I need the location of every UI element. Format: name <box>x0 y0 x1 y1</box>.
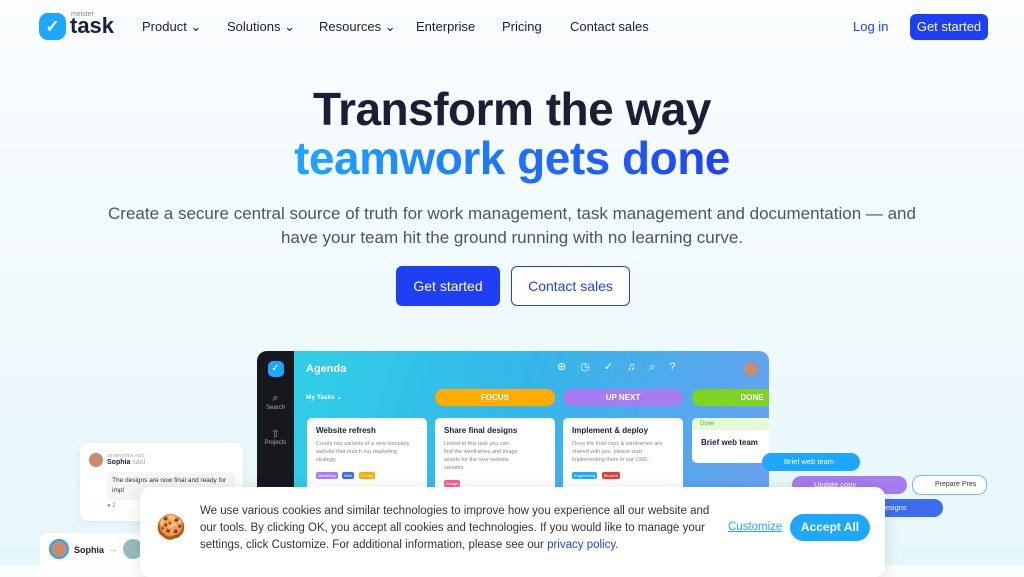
toolbar-icons: ⊕◷✓♫⌕? <box>557 361 690 373</box>
column-done: DONE <box>692 389 769 406</box>
avatar <box>89 453 103 467</box>
nav-get-started-button[interactable]: Get started <box>910 14 988 40</box>
nav-pricing[interactable]: Pricing <box>502 19 542 34</box>
check-logo-icon[interactable]: ✓ <box>39 13 66 40</box>
accept-all-button[interactable]: Accept All <box>790 514 870 541</box>
hero-contact-sales-button[interactable]: Contact sales <box>511 266 630 306</box>
column-focus: FOCUS <box>435 389 555 406</box>
nav-enterprise[interactable]: Enterprise <box>416 19 475 34</box>
column-up-next: UP NEXT <box>563 389 683 406</box>
cookie-icon: 🍪 <box>156 514 186 541</box>
nav-solutions[interactable]: Solutions ⌄ <box>227 19 295 35</box>
my-tasks-filter: My Tasks ⌄ <box>306 394 343 401</box>
nav-contact-sales[interactable]: Contact sales <box>570 19 649 34</box>
hero-title-line2: teamwork gets done <box>294 132 730 184</box>
comment-time: 20 MINUTES AGO <box>107 453 145 458</box>
check-logo-icon: ✓ <box>267 361 284 377</box>
avatar <box>744 362 758 376</box>
hero-get-started-button[interactable]: Get started <box>396 266 500 306</box>
cookie-text: We use various cookies and similar techn… <box>200 505 710 551</box>
hero-title-line1: Transform the way <box>313 83 711 135</box>
pill-prepare-presentation: Prepare Pres <box>912 475 987 495</box>
privacy-policy-link[interactable]: privacy policy <box>547 539 615 551</box>
app-sidebar: ✓ ⌕ Search ⇧ Projects <box>257 351 294 501</box>
app-title: Agenda <box>306 363 347 375</box>
nav-product[interactable]: Product ⌄ <box>142 19 201 35</box>
hero-subtitle: Create a secure central source of truth … <box>108 204 916 247</box>
handoff-name: Sophia <box>74 545 105 555</box>
customize-link[interactable]: Customize <box>728 521 782 533</box>
app-preview: ✓ ⌕ Search ⇧ Projects Agenda My Tasks ⌄ … <box>257 351 769 501</box>
comment-author: Sophia said <box>107 459 146 466</box>
nav-resources[interactable]: Resources ⌄ <box>319 19 396 35</box>
avatar <box>49 539 69 559</box>
like-count[interactable]: ● 2 <box>107 503 116 509</box>
cookie-banner: 🍪 We use various cookies and similar tec… <box>140 487 885 577</box>
search-icon: ⌕ <box>272 392 279 404</box>
rocket-icon: ⇧ <box>271 429 280 440</box>
pill-brief-web-team: Brief web team <box>762 453 860 471</box>
sidebar-projects: Projects <box>264 440 287 446</box>
sidebar-search: Search <box>265 405 285 411</box>
login-link[interactable]: Log in <box>853 19 888 34</box>
task-card-done: Done Brief web team <box>692 418 769 463</box>
brand-name[interactable]: task <box>70 13 114 39</box>
arrow-icon: → <box>108 544 117 554</box>
